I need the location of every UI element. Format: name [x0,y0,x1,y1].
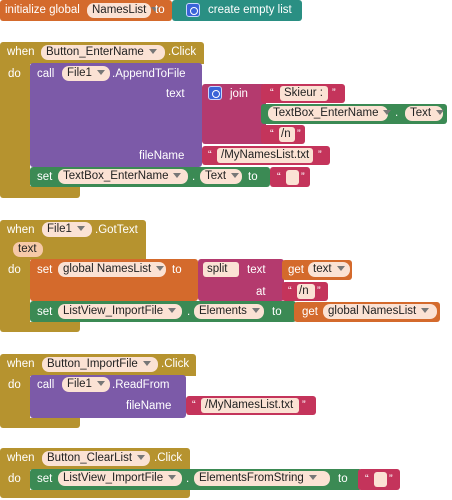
string-value-filename[interactable]: /MyNamesList.txt [201,398,299,413]
global-var-dropdown[interactable]: global NamesList [58,262,166,277]
do-label: do [8,379,21,391]
event-name-label: .Click [168,46,197,58]
quote-open-icon: “ [270,87,274,99]
event-block-clear-list-bottom [0,490,190,498]
get-var-dropdown[interactable]: text [308,262,350,277]
set-label: set [37,264,53,276]
global-var-name-field[interactable]: NamesList [87,3,151,18]
listview-component-dropdown[interactable]: ListView_ImportFile [58,304,182,319]
dot-label: . [395,107,399,119]
set-label: set [37,473,53,485]
do-label: do [8,264,21,276]
listview-component-dropdown[interactable]: ListView_ImportFile [58,471,182,486]
set-property-dropdown[interactable]: Text [200,169,242,184]
when-label: when [7,452,35,464]
event-component-dropdown[interactable]: File1 [42,222,92,237]
string-value-filename[interactable]: /MyNamesList.txt [217,148,313,163]
string-value-newline[interactable]: /n [279,127,295,142]
quote-close-icon: ” [317,285,321,297]
when-label: when [7,46,35,58]
event-name-label: .Click [154,452,183,464]
call-label: call [37,68,55,80]
quote-close-icon: ” [301,171,305,183]
quote-close-icon: ” [332,87,336,99]
join-label: join [230,88,248,100]
set-label: set [37,306,53,318]
get-label: get [302,306,318,318]
quote-open-icon: “ [288,285,292,297]
to-label: to [272,306,282,318]
dot-label: . [186,473,190,485]
create-empty-list-label: create empty list [208,4,292,16]
string-value-skieur[interactable]: Skieur : [280,86,328,101]
when-label: when [7,224,35,236]
quote-close-icon: ” [389,473,393,485]
get-global-dropdown[interactable]: global NamesList [323,304,437,319]
listview-property-dropdown[interactable]: ElementsFromString [194,471,330,486]
file-component-dropdown[interactable]: File1 [62,377,110,392]
event-name-label: .GotText [95,224,138,236]
quote-open-icon: “ [277,171,281,183]
split-text-param-label: text [247,264,266,276]
quote-open-icon: “ [208,149,212,161]
call-label: call [37,379,55,391]
event-block-enter-name-bottom [0,186,80,198]
initialize-global-label: initialize global [5,4,80,16]
split-label: split [203,262,239,277]
to-label: to [338,473,348,485]
method-label: .ReadFrom [112,379,170,391]
event-param-text[interactable]: text [13,242,43,257]
do-label: do [8,68,21,80]
text-param-label: text [166,88,185,100]
get-label: get [288,264,304,276]
filename-param-label: fileName [126,400,172,412]
textbox-component-dropdown[interactable]: TextBox_EnterName [268,106,388,121]
quote-open-icon: “ [192,399,196,411]
event-block-got-text-bottom [0,322,80,332]
filename-param-label: fileName [139,150,185,162]
dot-label: . [192,171,196,183]
event-component-dropdown[interactable]: Button_ImportFile [42,357,158,372]
to-label: to [172,264,182,276]
gear-icon[interactable] [186,3,200,17]
to-label: to [155,4,165,16]
event-block-import-file-bottom [0,418,80,428]
listview-property-dropdown[interactable]: Elements [194,304,264,319]
quote-close-icon: ” [318,149,322,161]
empty-string-value[interactable] [374,472,387,487]
empty-string-value[interactable] [286,170,299,185]
file-component-dropdown[interactable]: File1 [62,66,110,81]
quote-close-icon: ” [302,399,306,411]
event-block-enter-name-body [0,64,30,186]
do-label: do [8,473,21,485]
event-component-dropdown[interactable]: Button_ClearList [42,451,150,466]
quote-open-icon: “ [365,473,369,485]
quote-close-icon: ” [297,128,301,140]
split-at-param-label: at [256,286,266,298]
gear-icon[interactable] [208,86,222,100]
string-value-at[interactable]: /n [297,284,315,299]
method-label: .AppendToFile [112,68,186,80]
set-component-dropdown[interactable]: TextBox_EnterName [58,169,188,184]
event-name-label: .Click [161,358,190,370]
to-label: to [248,171,258,183]
dot-label: . [187,306,191,318]
event-component-dropdown[interactable]: Button_EnterName [41,45,165,60]
quote-open-icon: “ [270,128,274,140]
set-label: set [37,171,53,183]
when-label: when [7,358,35,370]
textbox-property-dropdown[interactable]: Text [405,106,443,121]
